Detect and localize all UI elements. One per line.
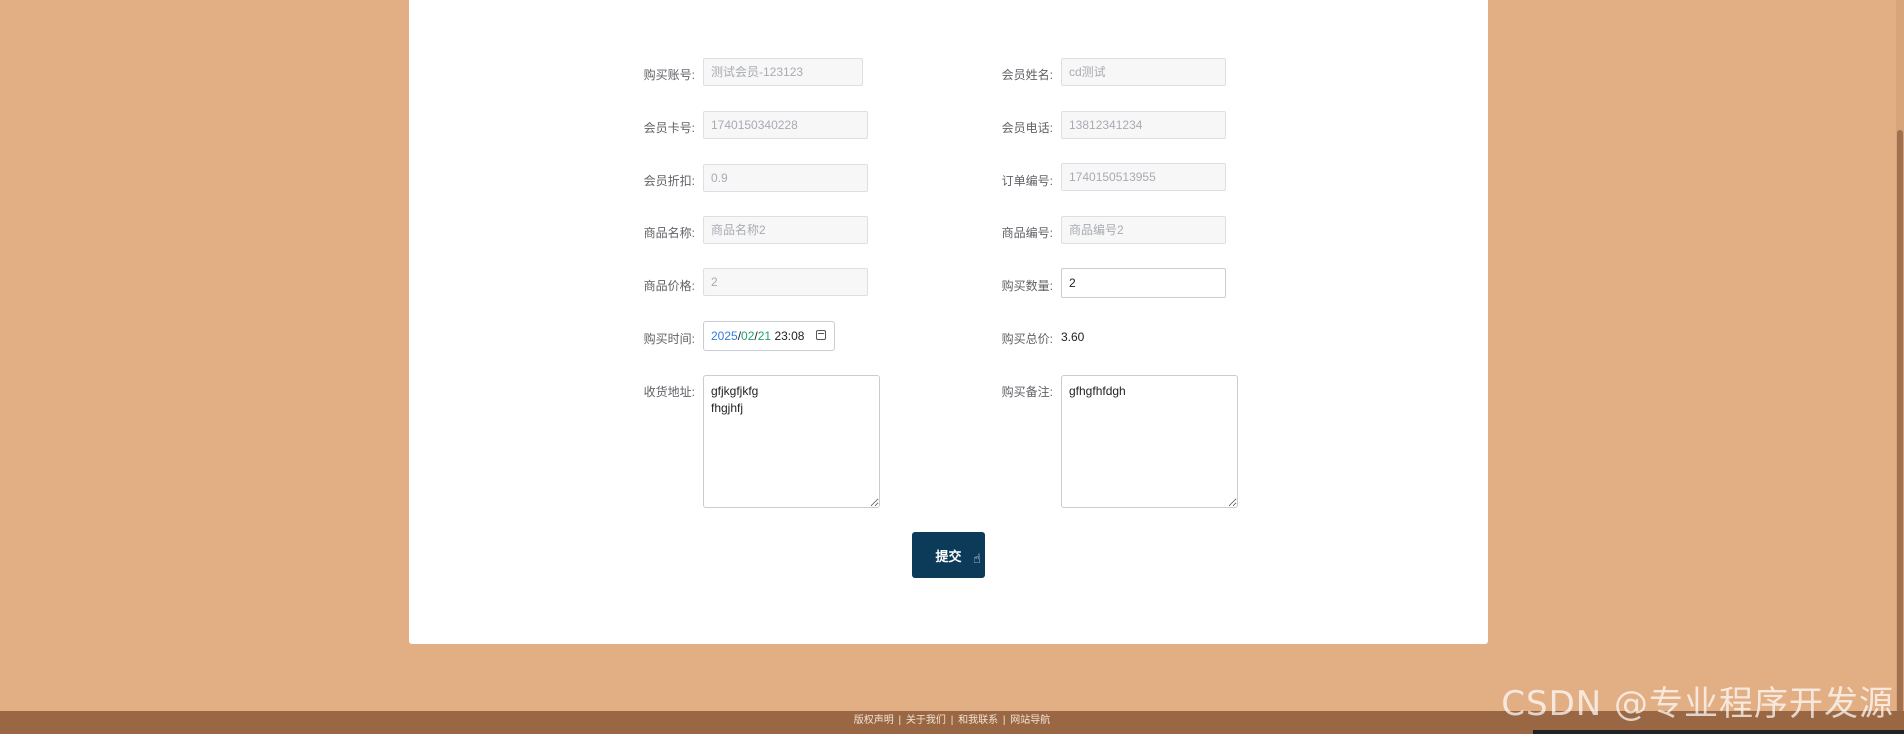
discount-field: 0.9 [703,164,868,192]
quantity-label: 购买数量: [1001,279,1053,293]
buy-time-day: 21 [757,329,772,343]
goods-no-label: 商品编号: [1001,226,1053,240]
total-value: 3.60 [1061,330,1085,344]
footer-separator: | [950,715,954,726]
pointer-cursor-icon: ☝ [973,551,981,566]
price-label: 商品价格: [643,279,695,293]
address-label: 收货地址: [643,385,695,399]
quantity-input[interactable]: 2 [1061,268,1226,298]
member-name-label: 会员姓名: [1001,68,1053,82]
goods-no-field: 商品编号2 [1061,216,1226,244]
card-no-label: 会员卡号: [643,121,695,135]
scrollbar-thumb[interactable] [1897,130,1903,726]
account-label: 购买账号: [643,68,695,82]
footer-link-copyright[interactable]: 版权声明 [854,715,894,726]
footer-link-sitemap[interactable]: 网站导航 [1010,715,1050,726]
account-field: 测试会员-123123 [703,58,863,86]
total-label: 购买总价: [1001,332,1053,346]
order-no-label: 订单编号: [1001,174,1053,188]
card-no-field: 1740150340228 [703,111,868,139]
member-name-field: cd测试 [1061,58,1226,86]
footer-separator: | [1002,715,1006,726]
taskbar-edge [1533,730,1904,734]
price-field: 2 [703,268,868,296]
discount-label: 会员折扣: [643,174,695,188]
buy-time-month: 02 [741,329,755,343]
order-no-field: 1740150513955 [1061,163,1226,191]
phone-field: 13812341234 [1061,111,1226,139]
goods-name-field: 商品名称2 [703,216,868,244]
page-scrollbar[interactable] [1896,0,1904,734]
remark-textarea[interactable]: gfhgfhfdgh [1061,375,1238,508]
footer-link-about[interactable]: 关于我们 [906,715,946,726]
csdn-watermark: CSDN @专业程序开发源 [1501,684,1894,724]
address-textarea[interactable]: gfjkgfjkfg fhgjhfj [703,375,880,508]
buy-time-label: 购买时间: [643,332,695,346]
remark-label: 购买备注: [1001,385,1053,399]
footer-link-contact[interactable]: 和我联系 [958,715,998,726]
calendar-icon[interactable] [816,330,826,340]
goods-name-label: 商品名称: [643,226,695,240]
buy-time-time: 23:08 [774,329,805,343]
buy-time-picker[interactable]: 2025/02/21 23:08 [703,321,835,351]
footer-separator: | [898,715,902,726]
phone-label: 会员电话: [1001,121,1053,135]
buy-time-year: 2025 [711,329,738,343]
